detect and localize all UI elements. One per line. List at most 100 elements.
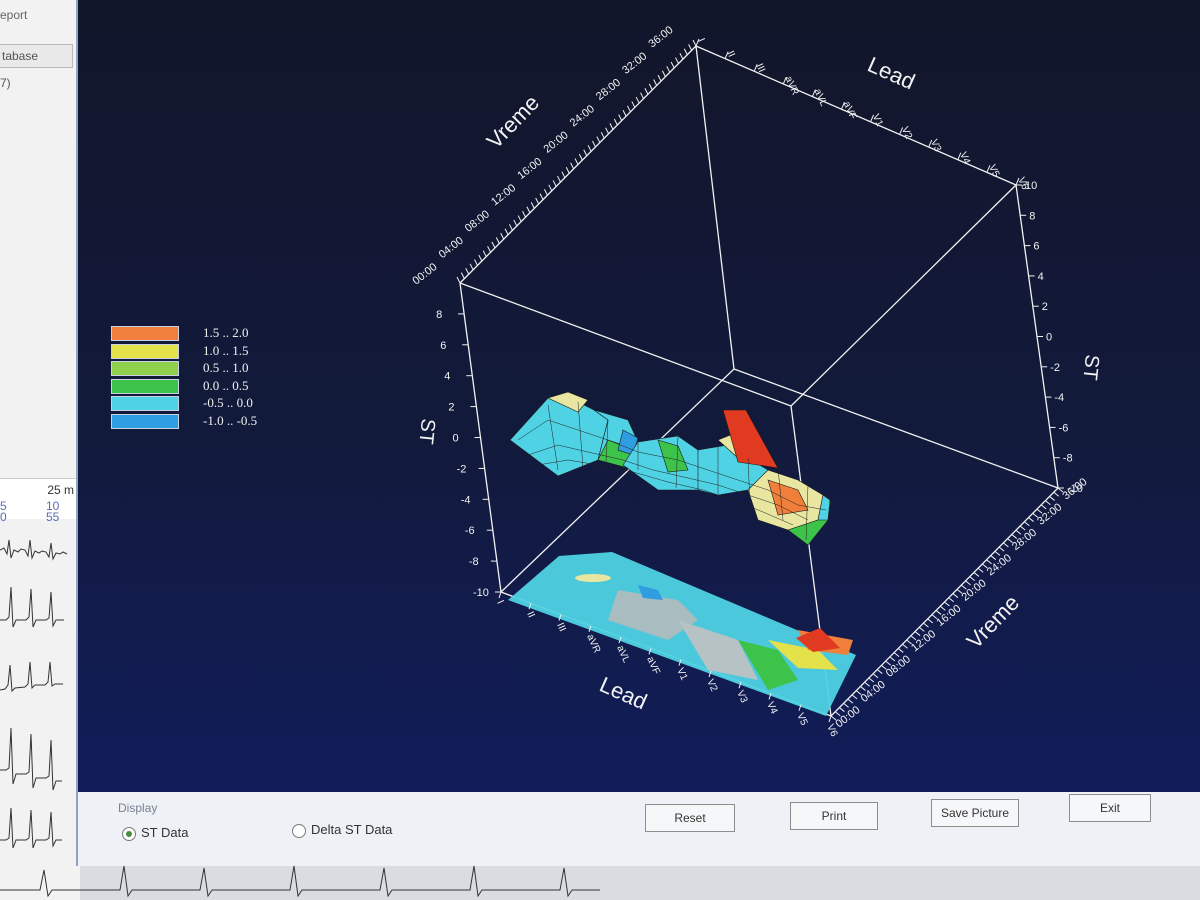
ecg-trace-2 (0, 586, 64, 628)
time-minor-tick-top (530, 202, 535, 209)
lead-tick-label-top: V4 (957, 150, 972, 166)
delta-st-data-radio-circle[interactable] (292, 824, 306, 838)
time-minor-tick-bottom (1032, 512, 1039, 518)
background-database-tab[interactable]: tabase (0, 44, 73, 68)
time-tick-label-bottom: 04:00 (859, 679, 888, 705)
reset-button[interactable]: Reset (645, 804, 735, 832)
lead-tick-label-bottom: I (494, 599, 505, 606)
lead-tick-label-bottom: V1 (674, 666, 689, 682)
lead-tick-label-bottom: V5 (794, 711, 809, 727)
time-minor-tick-bottom (860, 686, 866, 691)
legend-row: 1.0 .. 1.5 (111, 343, 311, 359)
legend-label: 0.0 .. 0.5 (203, 377, 249, 393)
time-minor-tick-bottom (1019, 525, 1026, 531)
legend-row: 0.0 .. 0.5 (111, 378, 311, 394)
time-minor-tick-top (613, 118, 618, 126)
st-axis-title-right: ST (1078, 353, 1103, 381)
bottom-ecg-trace (0, 865, 600, 898)
st-tick-label-left: 8 (436, 309, 442, 321)
time-minor-tick-top (539, 193, 544, 200)
time-minor-tick-bottom (1049, 496, 1055, 501)
st-tick-label-right: 4 (1038, 271, 1044, 283)
floor-map-yellow-spot (575, 574, 611, 582)
time-minor-tick-top (570, 162, 575, 170)
time-minor-tick-bottom (843, 702, 849, 708)
ecg-trace-3 (0, 661, 63, 693)
time-minor-tick-bottom (1007, 538, 1013, 544)
time-minor-tick-bottom (965, 580, 971, 586)
lead-tick-label-top: II (724, 49, 736, 59)
time-tick-label-bottom: 08:00 (884, 653, 913, 679)
control-bar: Display ST Data Delta ST Data Reset Prin… (78, 792, 1200, 866)
st-data-radio-dot (126, 831, 132, 837)
time-minor-tick-top (517, 215, 522, 222)
time-minor-tick-top (626, 105, 631, 113)
legend-label: 1.0 .. 1.5 (203, 342, 249, 358)
save-picture-button[interactable]: Save Picture (931, 799, 1019, 827)
time-minor-tick-bottom (969, 576, 976, 582)
st-data-radio-label[interactable]: ST Data (141, 825, 188, 840)
time-minor-tick-bottom (931, 614, 938, 620)
background-menu-text: eport (0, 8, 28, 22)
legend-label: 0.5 .. 1.0 (203, 360, 249, 376)
lead-axis-title-top: Lead (864, 52, 919, 95)
st-tick-label-right: 6 (1033, 241, 1039, 253)
lead-tick-label-top: V3 (928, 138, 943, 154)
time-minor-tick-bottom (998, 546, 1005, 552)
time-minor-tick-bottom (881, 664, 887, 670)
lead-tick-label-bottom: V4 (764, 700, 779, 716)
time-minor-tick-bottom (1028, 517, 1034, 522)
lead-axis-title-bottom: Lead (596, 672, 651, 715)
st-tick-label-right: -4 (1054, 392, 1064, 404)
time-tick-label-top: 24:00 (568, 103, 597, 129)
time-minor-tick-top (622, 109, 627, 117)
time-minor-tick-top (600, 131, 605, 139)
st-tick-label-left: -2 (457, 463, 467, 475)
exit-button[interactable]: Exit (1069, 794, 1151, 822)
time-minor-tick-top (474, 259, 478, 266)
cube-edge-top-front-right (790, 184, 1017, 407)
time-minor-tick-top (578, 153, 583, 161)
legend-row: 0.5 .. 1.0 (111, 360, 311, 377)
st-3d-plot[interactable]: Vreme Lead ST ST Lead Vreme 00:00 04:00 08… (78, 0, 1200, 792)
lead-tick-label-bottom: aVL (614, 644, 631, 665)
lead-tick-label-top: V2 (899, 125, 914, 141)
time-minor-tick-bottom (990, 555, 997, 560)
time-minor-tick-top (653, 79, 658, 86)
time-minor-tick-bottom (864, 681, 870, 687)
time-minor-tick-top (561, 171, 566, 178)
time-minor-tick-bottom (986, 559, 992, 565)
background-list-text: 7) (0, 76, 11, 90)
legend-row: 1.5 .. 2.0 (111, 325, 311, 341)
delta-st-data-radio-label[interactable]: Delta ST Data (311, 822, 392, 837)
legend-swatch (111, 396, 179, 412)
time-minor-tick-top (666, 66, 671, 73)
time-tick-label-bottom: 32:00 (1035, 501, 1064, 527)
time-minor-tick-bottom (994, 550, 1001, 556)
time-tick-label-top: 00:00 (410, 261, 439, 287)
st-tick-label-left: -8 (469, 556, 479, 568)
time-minor-tick-top (522, 210, 527, 218)
lead-tick-bottom (828, 715, 832, 723)
time-minor-tick-bottom (948, 597, 955, 603)
time-tick-label-top: 08:00 (463, 208, 492, 234)
time-tick-label-bottom: 12:00 (909, 628, 938, 654)
time-minor-tick-bottom (834, 711, 841, 717)
time-minor-tick-bottom (944, 601, 950, 607)
time-tick-label-top: 12:00 (489, 182, 518, 208)
st-data-radio-circle[interactable] (122, 827, 136, 841)
time-minor-tick-bottom (910, 635, 917, 641)
lead-tick-label-bottom: III (554, 621, 567, 633)
print-button[interactable]: Print (790, 802, 878, 830)
time-minor-tick-bottom (1057, 487, 1064, 493)
lead-tick-label-bottom: aVF (644, 655, 662, 676)
st-tick-label-right: -2 (1050, 362, 1060, 374)
time-minor-tick-bottom (1053, 491, 1060, 497)
st-surface (509, 391, 832, 546)
time-minor-tick-bottom (935, 610, 942, 615)
time-minor-tick-top (487, 246, 492, 253)
lead-tick-label-top: V5 (986, 163, 1001, 179)
time-minor-tick-bottom (923, 622, 929, 628)
time-minor-tick-top (495, 237, 500, 244)
lead-tick-label-bottom: aVR (584, 633, 602, 655)
